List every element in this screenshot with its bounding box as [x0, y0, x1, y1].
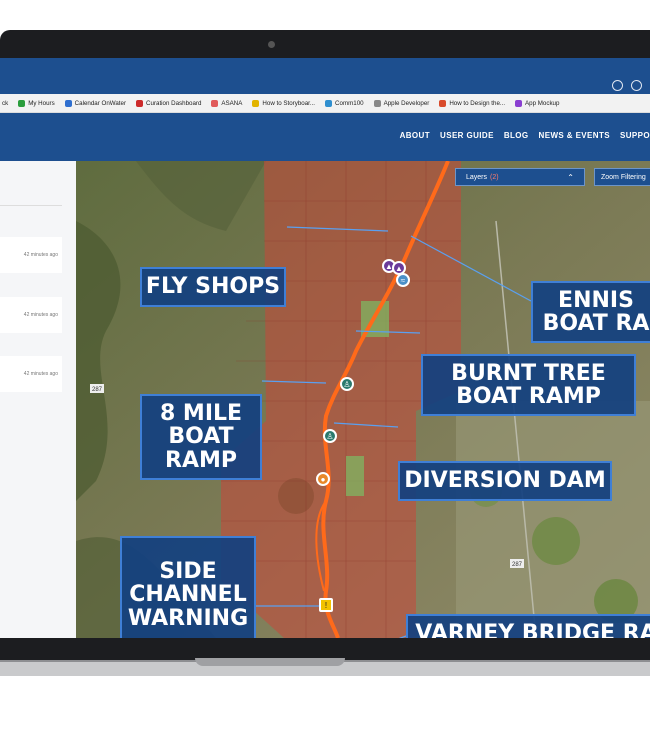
zoom-filtering-button[interactable]: Zoom Filtering — [594, 168, 650, 186]
callout-fly-shops: FLY SHOPS — [140, 267, 286, 307]
activity-item[interactable]: 42 minutes ago — [0, 356, 62, 392]
bookmark-icon — [515, 99, 523, 107]
callout-side-channel-warning: SIDE CHANNEL WARNING — [120, 536, 256, 638]
bookmark-label: Apple Developer — [383, 99, 430, 107]
activity-item[interactable]: 42 minutes ago — [0, 297, 62, 333]
bookmark-label: Comm100 — [335, 99, 364, 107]
extension-icon[interactable] — [612, 80, 623, 91]
bookmark-label: ck — [2, 99, 9, 107]
bookmark-icon — [211, 99, 219, 107]
dam-icon[interactable]: ● — [316, 472, 330, 486]
activity-time: 42 minutes ago — [23, 371, 58, 377]
bookmark-label: How to Storyboar... — [262, 99, 316, 107]
green-parcel — [346, 456, 364, 496]
bookmark-item[interactable]: How to Design the... — [439, 99, 506, 107]
bookmark-label: ASANA — [221, 99, 243, 107]
layers-count: (2) — [490, 173, 499, 181]
bookmark-item[interactable]: Apple Developer — [373, 99, 430, 107]
layers-dropdown[interactable]: Layers (2) ⌃ — [455, 168, 585, 186]
callout-8-mile-boat-ramp: 8 MILE BOAT RAMP — [140, 394, 262, 480]
activity-sidebar: 42 minutes ago 42 minutes ago 42 minutes… — [0, 161, 76, 638]
bookmark-item[interactable]: Comm100 — [325, 99, 364, 107]
bookmark-icon — [252, 99, 260, 107]
map-view[interactable]: 287 287 Layers (2) ⌃ Zoom Filtering ▲ ▲ … — [76, 161, 650, 638]
nav-links: ABOUT USER GUIDE BLOG NEWS & EVENTS SUPPO — [400, 131, 650, 140]
chevron-up-icon: ⌃ — [567, 173, 574, 182]
bookmark-icon — [136, 99, 144, 107]
bookmark-icon — [64, 99, 72, 107]
laptop-screen: ck My Hours Calendar OnWater Curation Dashb… — [0, 58, 650, 638]
site-navigation: ABOUT USER GUIDE BLOG NEWS & EVENTS SUPPO — [0, 113, 650, 161]
sidebar-divider — [0, 205, 62, 206]
zoom-filtering-label: Zoom Filtering — [601, 173, 646, 181]
nav-link[interactable]: BLOG — [504, 131, 529, 140]
activity-time: 42 minutes ago — [23, 252, 58, 258]
bookmark-item[interactable]: ck — [2, 100, 8, 107]
bookmark-icon — [18, 99, 26, 107]
callout-varney-bridge-ramp: VARNEY BRIDGE RA — [406, 614, 650, 638]
callout-burnt-tree-boat-ramp: BURNT TREE BOAT RAMP — [421, 354, 636, 416]
activity-item[interactable]: 42 minutes ago — [0, 237, 62, 273]
hiker-access-icon[interactable]: ♙ — [323, 429, 337, 443]
nav-link[interactable]: ABOUT — [400, 131, 430, 140]
bookmark-icon — [439, 99, 447, 107]
nav-link[interactable]: USER GUIDE — [440, 131, 494, 140]
laptop-hinge-notch — [195, 658, 345, 666]
bookmark-icon — [325, 99, 333, 107]
bookmark-item[interactable]: How to Storyboar... — [252, 99, 316, 107]
nav-link[interactable]: NEWS & EVENTS — [539, 131, 610, 140]
bookmark-item[interactable]: App Mockup — [515, 99, 560, 107]
bookmark-icon — [373, 99, 381, 107]
highway-label: 287 — [512, 562, 523, 568]
boat-ramp-icon[interactable]: ≈ — [396, 273, 410, 287]
nav-link[interactable]: SUPPO — [620, 131, 650, 140]
bookmark-item[interactable]: Curation Dashboard — [136, 99, 202, 107]
bookmark-label: App Mockup — [525, 99, 560, 107]
search-icon[interactable] — [631, 80, 642, 91]
bookmarks-bar: ck My Hours Calendar OnWater Curation Dashb… — [0, 94, 650, 113]
bookmark-label: Calendar OnWater — [74, 99, 127, 107]
callout-ennis-boat-ramp: ENNIS BOAT RA — [531, 281, 650, 343]
hiker-access-icon[interactable]: ♙ — [340, 377, 354, 391]
center-pivot-field — [532, 517, 580, 565]
callout-diversion-dam: DIVERSION DAM — [398, 461, 612, 501]
bookmark-item[interactable]: My Hours — [18, 99, 55, 107]
activity-time: 42 minutes ago — [23, 312, 58, 318]
webcam — [268, 41, 275, 48]
browser-icons — [612, 80, 642, 91]
warning-icon[interactable]: ! — [319, 598, 333, 612]
layers-label: Layers — [466, 173, 488, 181]
highway-label: 287 — [92, 387, 103, 393]
bookmark-item[interactable]: Calendar OnWater — [64, 99, 127, 107]
bookmark-item[interactable]: ASANA — [211, 99, 243, 107]
bookmark-label: How to Design the... — [449, 99, 506, 107]
bookmark-label: Curation Dashboard — [146, 99, 202, 107]
browser-top-bar — [0, 58, 650, 94]
bookmark-label: My Hours — [28, 99, 55, 107]
